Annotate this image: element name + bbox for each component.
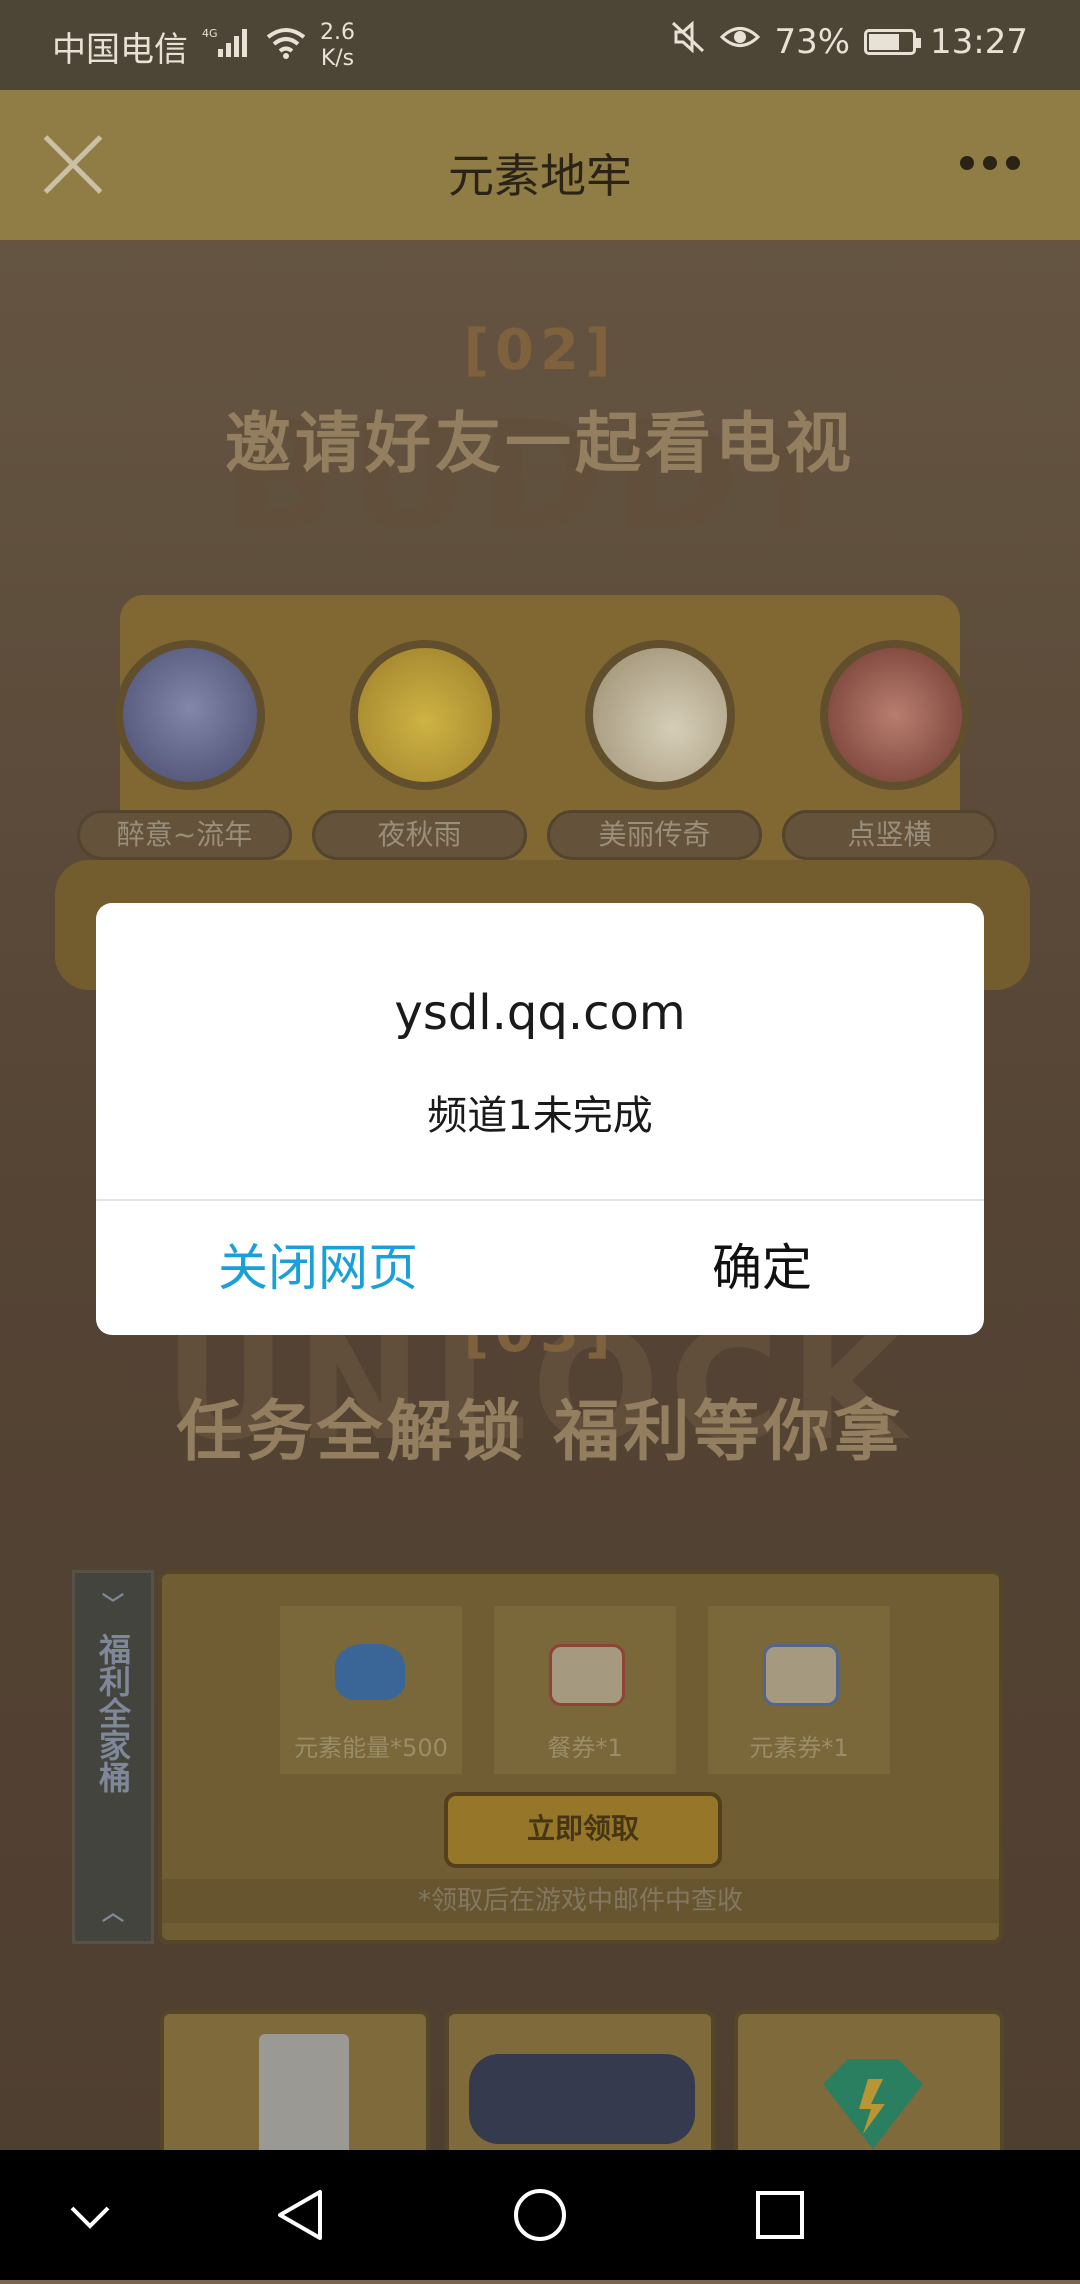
mute-icon (670, 20, 706, 63)
page-title: 元素地牢 (448, 149, 632, 203)
navigation-bar (0, 2150, 1080, 2280)
close-webpage-button[interactable]: 关闭网页 (96, 1201, 540, 1335)
status-bar: 中国电信 4G 2.6 K/s 73% 13:27 (0, 0, 1080, 90)
clock: 13:27 (930, 21, 1028, 62)
eye-comfort-icon (720, 20, 761, 63)
back-icon[interactable] (240, 2150, 360, 2280)
carrier-label: 中国电信 (52, 29, 188, 70)
chevron-down-icon[interactable] (30, 2150, 150, 2280)
network-speed: 2.6 K/s (320, 20, 355, 71)
dialog-host: ysdl.qq.com (394, 985, 686, 1041)
signal-icon: 4G (202, 25, 252, 68)
recents-icon[interactable] (720, 2150, 840, 2280)
svg-text:4G: 4G (202, 27, 218, 40)
home-icon[interactable] (480, 2150, 600, 2280)
ok-button[interactable]: 确定 (540, 1201, 984, 1335)
battery-icon (864, 28, 922, 55)
wifi-icon (266, 25, 306, 68)
title-bar: 元素地牢 (0, 90, 1080, 240)
battery-percent: 73% (774, 21, 851, 62)
more-icon[interactable] (960, 156, 1020, 170)
dialog-message: 频道1未完成 (427, 1093, 653, 1139)
alert-dialog: ysdl.qq.com 频道1未完成 关闭网页 确定 (96, 903, 984, 1335)
